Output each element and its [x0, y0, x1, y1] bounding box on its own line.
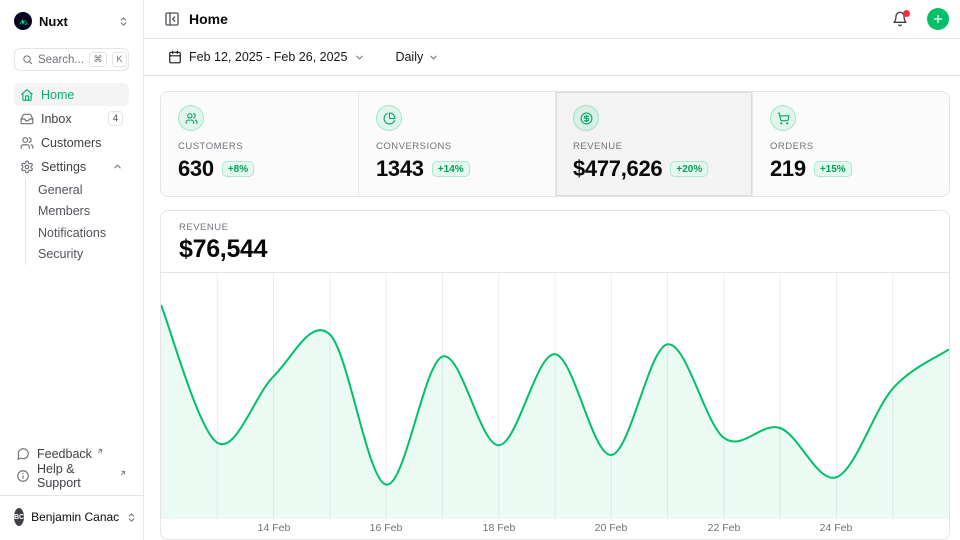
x-tick-label: 24 Feb — [820, 522, 853, 534]
x-tick-label: 14 Feb — [258, 522, 291, 534]
chat-bubble-icon — [16, 447, 30, 461]
footer-link-label: Help & Support — [37, 462, 115, 490]
sidebar-spacer — [14, 265, 129, 443]
workspace-name: Nuxt — [39, 14, 111, 29]
user-menu[interactable]: BC Benjamin Canac — [14, 504, 129, 530]
stat-value: $477,626 — [573, 156, 662, 182]
stat-orders[interactable]: ORDERS 219 +15% — [752, 92, 949, 196]
sidebar-item-label: Customers — [41, 136, 123, 150]
search-input[interactable]: Search... ⌘ K — [14, 48, 129, 71]
main-area: Home Feb 12, 2025 - Feb 26, 2025 Daily — [144, 0, 960, 540]
topbar: Home — [144, 0, 960, 39]
stat-revenue[interactable]: REVENUE $477,626 +20% — [555, 92, 752, 196]
add-button[interactable] — [927, 8, 949, 30]
search-placeholder: Search... — [38, 54, 84, 66]
chevrons-up-down-icon — [118, 16, 129, 27]
stat-value: 630 — [178, 156, 214, 182]
sidebar-item-inbox[interactable]: Inbox 4 — [14, 107, 129, 130]
inbox-count-badge: 4 — [108, 111, 123, 126]
footer-link-label: Feedback — [37, 447, 92, 461]
settings-subnav: General Members Notifications Security — [25, 179, 129, 265]
stat-label: REVENUE — [573, 141, 735, 152]
dollar-circle-icon — [573, 105, 599, 131]
nuxt-logo-icon — [14, 12, 32, 30]
plus-icon — [932, 13, 944, 25]
stat-delta-badge: +15% — [814, 161, 852, 177]
sidebar-item-label: Inbox — [41, 112, 101, 126]
granularity-select[interactable]: Daily — [395, 50, 439, 64]
page-title: Home — [189, 11, 883, 27]
sidebar-item-security[interactable]: Security — [38, 244, 129, 266]
cart-icon — [770, 105, 796, 131]
filterbar: Feb 12, 2025 - Feb 26, 2025 Daily — [144, 39, 960, 76]
stat-label: CONVERSIONS — [376, 141, 538, 152]
stat-conversions[interactable]: CONVERSIONS 1343 +14% — [358, 92, 555, 196]
chart-svg — [161, 273, 949, 519]
stats-row: CUSTOMERS 630 +8% CONVERSIONS 1343 +14% — [160, 91, 950, 197]
home-icon — [20, 88, 34, 102]
sidebar-item-customers[interactable]: Customers — [14, 131, 129, 154]
chart-header: REVENUE $76,544 — [161, 211, 949, 272]
stat-delta-badge: +8% — [222, 161, 254, 177]
sidebar-item-label: Home — [41, 88, 123, 102]
arrow-up-right-icon — [96, 447, 104, 455]
users-icon — [20, 136, 34, 150]
workspace-switcher[interactable]: Nuxt — [14, 11, 129, 31]
x-tick-label: 22 Feb — [708, 522, 741, 534]
sidebar: Nuxt Search... ⌘ K Home — [0, 0, 144, 540]
stat-delta-badge: +20% — [670, 161, 708, 177]
kbd-cmd: ⌘ — [89, 52, 107, 67]
sidebar-divider — [0, 495, 143, 496]
user-name: Benjamin Canac — [31, 510, 119, 524]
sidebar-item-notifications[interactable]: Notifications — [38, 222, 129, 244]
avatar: BC — [14, 508, 24, 526]
stat-label: CUSTOMERS — [178, 141, 341, 152]
chevron-down-icon — [428, 52, 439, 63]
gear-icon — [20, 160, 34, 174]
stat-customers[interactable]: CUSTOMERS 630 +8% — [161, 92, 358, 196]
stat-value: 219 — [770, 156, 806, 182]
inbox-icon — [20, 112, 34, 126]
info-icon — [16, 469, 30, 483]
sidebar-collapse-button[interactable] — [164, 11, 180, 27]
sidebar-item-members[interactable]: Members — [38, 201, 129, 223]
stat-value: 1343 — [376, 156, 424, 182]
arrow-up-right-icon — [119, 469, 127, 477]
chart-x-axis: 14 Feb 16 Feb 18 Feb 20 Feb 22 Feb 24 Fe… — [161, 519, 949, 539]
help-support-link[interactable]: Help & Support — [14, 465, 129, 487]
date-range-picker[interactable]: Feb 12, 2025 - Feb 26, 2025 — [168, 50, 365, 64]
x-tick-label: 18 Feb — [483, 522, 516, 534]
chevrons-up-down-icon — [126, 512, 137, 523]
chart-total-value: $76,544 — [179, 235, 931, 264]
kbd-k: K — [112, 52, 127, 67]
sidebar-item-settings[interactable]: Settings — [14, 155, 129, 178]
notifications-button[interactable] — [892, 11, 908, 27]
x-tick-label: 16 Feb — [370, 522, 403, 534]
x-tick-label: 20 Feb — [595, 522, 628, 534]
calendar-icon — [168, 50, 182, 64]
notification-dot — [903, 10, 910, 17]
sidebar-item-general[interactable]: General — [38, 179, 129, 201]
revenue-chart-card: REVENUE $76,544 14 Feb 16 Feb 18 Feb 20 … — [160, 210, 950, 540]
revenue-area-chart[interactable] — [161, 273, 949, 519]
search-icon — [22, 54, 33, 65]
stat-label: ORDERS — [770, 141, 932, 152]
granularity-value: Daily — [395, 50, 423, 64]
chevron-up-icon — [112, 161, 123, 172]
sidebar-nav: Home Inbox 4 Customers Settings — [14, 83, 129, 265]
sidebar-item-home[interactable]: Home — [14, 83, 129, 106]
pie-chart-icon — [376, 105, 402, 131]
sidebar-item-label: Settings — [41, 160, 105, 174]
users-icon — [178, 105, 204, 131]
app-window: Nuxt Search... ⌘ K Home — [0, 0, 960, 540]
chart-kicker: REVENUE — [179, 222, 931, 233]
date-range-value: Feb 12, 2025 - Feb 26, 2025 — [189, 50, 347, 64]
stat-delta-badge: +14% — [432, 161, 470, 177]
content: CUSTOMERS 630 +8% CONVERSIONS 1343 +14% — [144, 76, 960, 540]
chevron-down-icon — [354, 52, 365, 63]
